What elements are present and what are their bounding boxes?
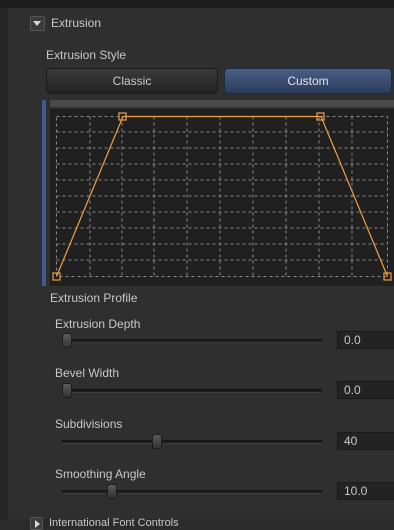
extrusion-style-label: Extrusion Style [46,48,127,62]
extrusion-section-header[interactable]: Extrusion [8,14,101,32]
left-gutter [0,8,8,519]
extrusion-depth-knob[interactable] [62,333,72,348]
extrusion-profile-editor [42,100,394,286]
profile-scroll-bar[interactable] [50,100,394,107]
profile-curve-graph[interactable] [50,109,394,286]
extrusion-profile-label: Extrusion Profile [50,291,138,305]
international-font-controls-header[interactable]: International Font Controls [8,516,179,530]
subdivisions-value[interactable]: 40 [337,432,394,450]
smoothing-angle-label: Smoothing Angle [55,467,146,481]
expand-toggle-icon[interactable] [30,516,43,530]
profile-accent-bar [42,100,46,286]
profile-curve-area[interactable] [50,109,394,286]
smoothing-angle-track[interactable] [62,484,322,499]
bevel-width-value[interactable]: 0.0 [337,381,394,399]
inspector-panel: Extrusion Extrusion Style Classic Custom [8,8,394,530]
extrusion-depth-track[interactable] [62,333,322,348]
subdivisions-track[interactable] [62,434,322,449]
extrusion-style-buttons: Classic Custom [46,68,392,94]
bevel-width-track[interactable] [62,383,322,398]
bevel-width-knob[interactable] [62,383,72,398]
classic-button[interactable]: Classic [46,68,218,94]
smoothing-angle-knob[interactable] [107,484,117,499]
collapse-toggle-icon[interactable] [30,15,45,31]
bevel-width-label: Bevel Width [55,366,120,380]
extrusion-depth-label: Extrusion Depth [55,317,141,331]
extrusion-depth-value[interactable]: 0.0 [337,331,394,349]
custom-button[interactable]: Custom [224,68,392,94]
profile-grid [56,116,388,277]
smoothing-angle-value[interactable]: 10.0 [337,482,394,500]
extrusion-section-title: Extrusion [51,16,102,30]
subdivisions-label: Subdivisions [55,417,123,431]
subdivisions-knob[interactable] [152,434,162,449]
